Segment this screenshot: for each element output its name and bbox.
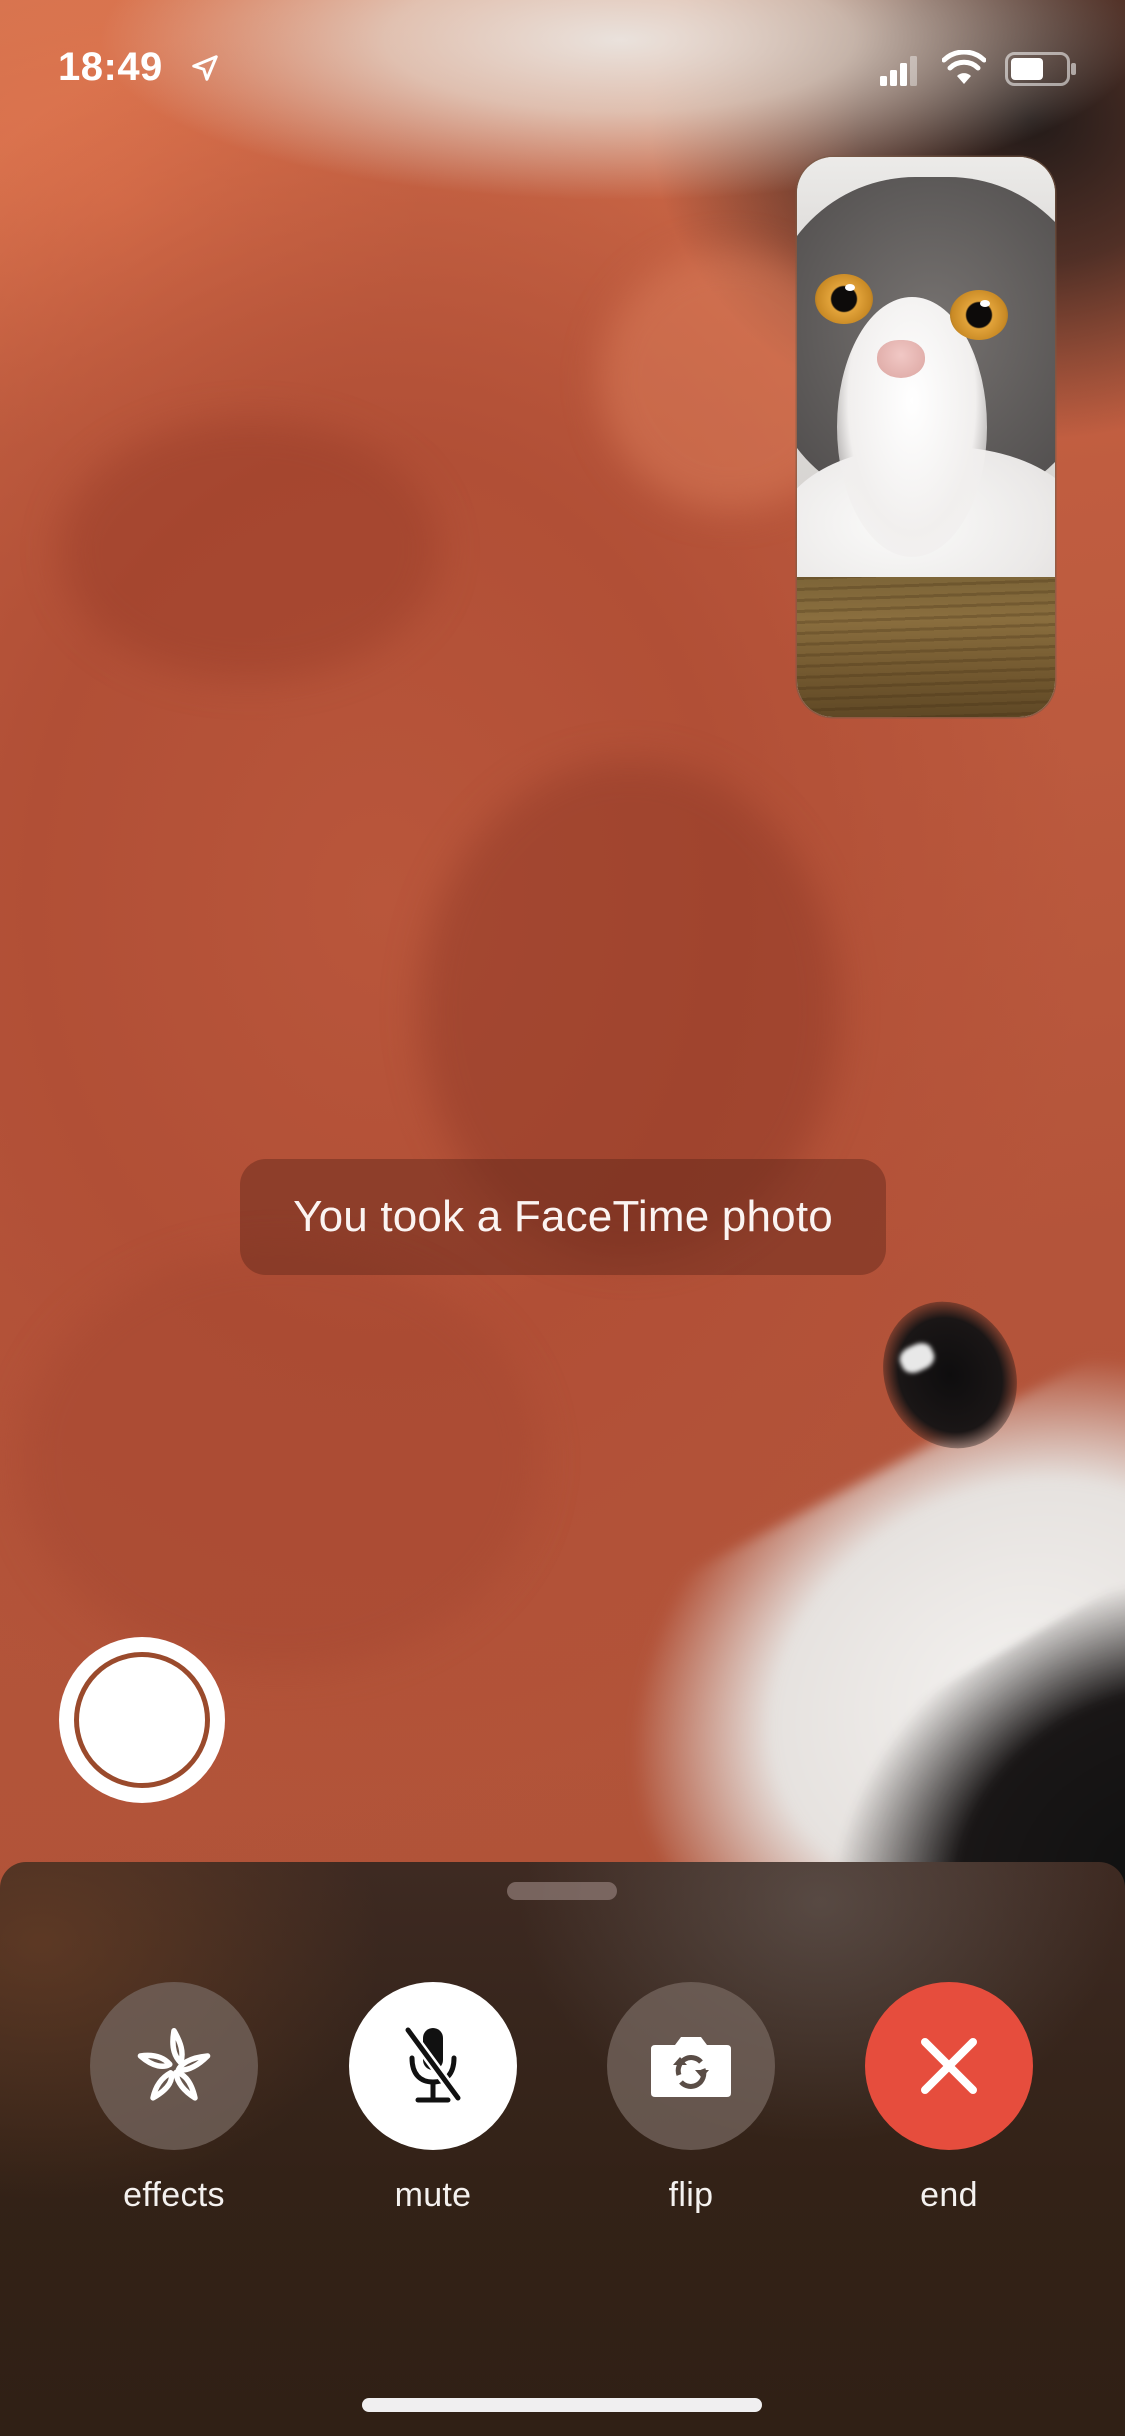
call-control-panel: effects mute flip end <box>0 1862 1125 2436</box>
fur-shadow <box>60 420 440 680</box>
cat-eye-right <box>950 290 1008 340</box>
microphone-slash-icon <box>403 2027 463 2103</box>
effects-label: effects <box>123 2176 225 2214</box>
status-time: 18:49 <box>58 45 163 89</box>
mute-button[interactable] <box>349 1982 517 2150</box>
shutter-button[interactable] <box>59 1637 225 1803</box>
close-x-icon <box>921 2038 977 2094</box>
end-control: end <box>865 1982 1033 2215</box>
home-indicator[interactable] <box>362 2398 762 2412</box>
mute-label: mute <box>394 2176 472 2214</box>
photo-taken-toast: You took a FaceTime photo <box>240 1159 886 1275</box>
cat-nose <box>877 340 925 378</box>
flip-camera-button[interactable] <box>607 1982 775 2150</box>
status-bar: 18:49 <box>0 0 1125 135</box>
wifi-icon <box>942 50 986 84</box>
wooden-table <box>797 577 1055 717</box>
fur-shadow <box>20 1250 540 1670</box>
mute-control: mute <box>349 1982 517 2215</box>
cat-eye-left <box>815 274 873 324</box>
end-label: end <box>920 2176 978 2214</box>
self-view-pip[interactable] <box>797 157 1055 717</box>
effects-button[interactable] <box>90 1982 258 2150</box>
end-call-button[interactable] <box>865 1982 1033 2150</box>
flip-label: flip <box>668 2176 714 2214</box>
shutter-icon <box>74 1652 210 1788</box>
location-arrow-icon <box>192 55 218 81</box>
camera-flip-icon <box>651 2037 731 2097</box>
cellular-signal-icon <box>880 56 917 86</box>
effects-star-icon <box>137 2027 211 2101</box>
panel-grabber-handle[interactable] <box>507 1882 617 1900</box>
toast-message: You took a FaceTime photo <box>293 1192 833 1241</box>
battery-icon <box>1005 52 1076 86</box>
effects-control: effects <box>90 1982 258 2215</box>
flip-control: flip <box>607 1982 775 2215</box>
